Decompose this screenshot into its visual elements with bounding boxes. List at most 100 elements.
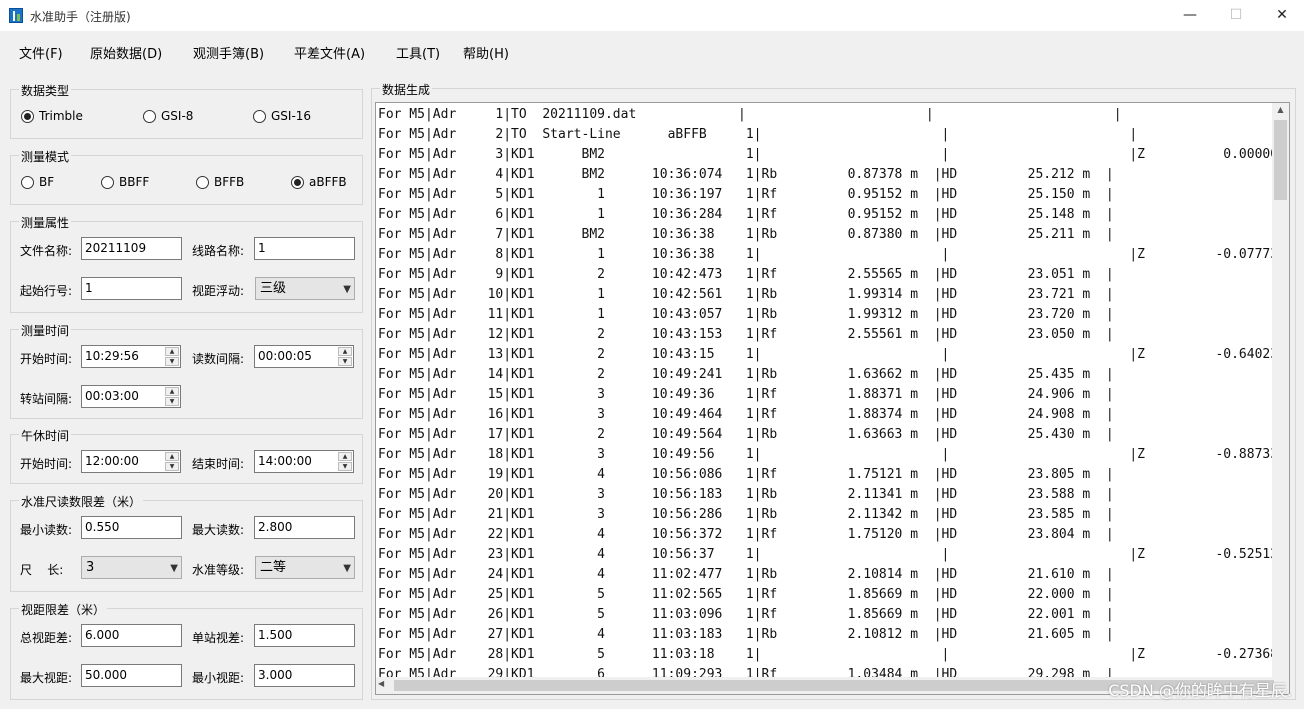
radio-bf-label: BF <box>39 175 55 189</box>
spin-up-icon[interactable]: ▲ <box>338 347 352 356</box>
radio-abffb-label: aBFFB <box>309 175 347 189</box>
output-line: For M5|Adr 28|KD1 5 11:03:18 1| | |Z -0.… <box>378 647 1273 662</box>
lunch-end-label: 结束时间: <box>192 457 245 471</box>
survey-time-group: 测量时间 开始时间: 10:29:56 ▲ ▼ 读数间隔: 00:00:05 ▲ ▼… <box>10 322 363 419</box>
read-interval-label: 读数间隔: <box>192 352 245 366</box>
radio-gsi8-label: GSI-8 <box>161 109 194 123</box>
vertical-scrollbar[interactable]: ▲ <box>1272 103 1289 677</box>
output-line: For M5|Adr 20|KD1 3 10:56:183 1|Rb 2.113… <box>378 487 1114 502</box>
read-interval-spinner[interactable]: 00:00:05 ▲ ▼ <box>254 345 354 368</box>
menu-adjustment-file[interactable]: 平差文件(A) <box>294 43 365 62</box>
lunch-legend: 午休时间 <box>19 427 72 444</box>
scroll-thumb[interactable] <box>1274 120 1287 200</box>
min-reading-label: 最小读数: <box>20 523 73 537</box>
output-line: For M5|Adr 6|KD1 1 10:36:284 1|Rf 0.9515… <box>378 207 1114 222</box>
spin-up-icon[interactable]: ▲ <box>338 452 352 461</box>
output-line: For M5|Adr 27|KD1 4 11:03:183 1|Rb 2.108… <box>378 627 1114 642</box>
spin-up-icon[interactable]: ▲ <box>165 347 179 356</box>
output-line: For M5|Adr 16|KD1 3 10:49:464 1|Rf 1.883… <box>378 407 1114 422</box>
rod-length-value: 3 <box>86 560 95 575</box>
output-line: For M5|Adr 8|KD1 1 10:36:38 1| | |Z -0.0… <box>378 247 1273 262</box>
survey-time-legend: 测量时间 <box>19 322 72 339</box>
distance-limit-legend: 视距限差（米） <box>19 601 108 618</box>
output-line: For M5|Adr 13|KD1 2 10:43:15 1| | |Z -0.… <box>378 347 1273 362</box>
output-line: For M5|Adr 10|KD1 1 10:42:561 1|Rb 1.993… <box>378 287 1114 302</box>
spin-up-icon[interactable]: ▲ <box>165 452 179 461</box>
close-button[interactable]: ✕ <box>1259 0 1304 31</box>
output-line: For M5|Adr 26|KD1 5 11:03:096 1|Rf 1.856… <box>378 607 1114 622</box>
spin-down-icon[interactable]: ▼ <box>338 462 352 471</box>
radio-bffb[interactable] <box>196 176 209 189</box>
level-grade-value: 二等 <box>260 560 287 575</box>
turn-interval-value: 00:03:00 <box>85 389 139 403</box>
output-line: For M5|Adr 14|KD1 2 10:49:241 1|Rb 1.636… <box>378 367 1114 382</box>
float-select[interactable]: 三级 ▼ <box>255 277 355 300</box>
output-line: For M5|Adr 19|KD1 4 10:56:086 1|Rf 1.751… <box>378 467 1114 482</box>
radio-bbff-label: BBFF <box>119 175 150 189</box>
single-diff-field[interactable]: 1.500 <box>254 624 355 647</box>
float-select-value: 三级 <box>260 281 287 296</box>
spin-down-icon[interactable]: ▼ <box>165 462 179 471</box>
window-title: 水准助手（注册版) <box>30 10 131 24</box>
radio-trimble-label: Trimble <box>39 109 83 123</box>
attributes-legend: 测量属性 <box>19 214 72 231</box>
reading-limit-legend: 水准尺读数限差（米） <box>19 493 144 510</box>
lunch-end-spinner[interactable]: 14:00:00 ▲ ▼ <box>254 450 354 473</box>
scroll-left-icon[interactable]: ◀ <box>378 679 384 688</box>
start-row-field[interactable]: 1 <box>81 277 182 300</box>
turn-interval-spinner[interactable]: 00:03:00 ▲ ▼ <box>81 385 181 408</box>
output-textbox[interactable]: For M5|Adr 1|TO 20211109.dat | | | For M5… <box>375 102 1290 695</box>
spin-down-icon[interactable]: ▼ <box>165 357 179 366</box>
spin-up-icon[interactable]: ▲ <box>165 387 179 396</box>
menu-field-book[interactable]: 观测手簿(B) <box>193 43 264 62</box>
attributes-group: 测量属性 文件名称: 20211109 线路名称: 1 起始行号: 1 视距浮动… <box>10 214 363 313</box>
output-lines: For M5|Adr 1|TO 20211109.dat | | | For M5… <box>378 105 1273 678</box>
menu-raw-data[interactable]: 原始数据(D) <box>90 43 162 62</box>
menu-help[interactable]: 帮助(H) <box>463 43 509 62</box>
file-name-field[interactable]: 20211109 <box>81 237 182 260</box>
min-reading-field[interactable]: 0.550 <box>81 516 182 539</box>
start-row-label: 起始行号: <box>20 284 73 298</box>
menu-file[interactable]: 文件(F) <box>19 43 63 62</box>
output-line: For M5|Adr 12|KD1 2 10:43:153 1|Rf 2.555… <box>378 327 1114 342</box>
output-line: For M5|Adr 23|KD1 4 10:56:37 1| | |Z -0.… <box>378 547 1273 562</box>
output-line: For M5|Adr 1|TO 20211109.dat | | | <box>378 107 1122 122</box>
app-icon <box>9 8 23 23</box>
lunch-start-value: 12:00:00 <box>85 454 139 468</box>
output-line: For M5|Adr 22|KD1 4 10:56:372 1|Rf 1.751… <box>378 527 1114 542</box>
float-label: 视距浮动: <box>192 284 245 298</box>
total-diff-field[interactable]: 6.000 <box>81 624 182 647</box>
output-line: For M5|Adr 25|KD1 5 11:02:565 1|Rf 1.856… <box>378 587 1114 602</box>
start-time-label: 开始时间: <box>20 352 73 366</box>
radio-abffb[interactable] <box>291 176 304 189</box>
radio-bf[interactable] <box>21 176 34 189</box>
minimize-button[interactable]: — <box>1167 0 1213 31</box>
lunch-group: 午休时间 开始时间: 12:00:00 ▲ ▼ 结束时间: 14:00:00 ▲ ▼ <box>10 427 363 484</box>
radio-gsi8[interactable] <box>143 110 156 123</box>
output-line: For M5|Adr 7|KD1 BM2 10:36:38 1|Rb 0.873… <box>378 227 1114 242</box>
radio-bbff[interactable] <box>101 176 114 189</box>
min-distance-field[interactable]: 3.000 <box>254 664 355 687</box>
output-line: For M5|Adr 9|KD1 2 10:42:473 1|Rf 2.5556… <box>378 267 1114 282</box>
spin-down-icon[interactable]: ▼ <box>338 357 352 366</box>
lunch-start-spinner[interactable]: 12:00:00 ▲ ▼ <box>81 450 181 473</box>
scroll-up-icon[interactable]: ▲ <box>1272 105 1289 117</box>
level-grade-select[interactable]: 二等 ▼ <box>255 556 355 579</box>
line-name-label: 线路名称: <box>192 244 245 258</box>
menu-tools[interactable]: 工具(T) <box>396 43 440 62</box>
start-time-spinner[interactable]: 10:29:56 ▲ ▼ <box>81 345 181 368</box>
max-reading-field[interactable]: 2.800 <box>254 516 355 539</box>
output-legend: 数据生成 <box>380 81 433 98</box>
max-distance-field[interactable]: 50.000 <box>81 664 182 687</box>
radio-gsi16[interactable] <box>253 110 266 123</box>
line-name-field[interactable]: 1 <box>254 237 355 260</box>
chevron-down-icon: ▼ <box>343 284 351 295</box>
output-line: For M5|Adr 3|KD1 BM2 1| | |Z 0.00000 <box>378 147 1273 162</box>
maximize-button[interactable]: ☐ <box>1213 0 1259 31</box>
spin-down-icon[interactable]: ▼ <box>165 397 179 406</box>
survey-mode-group: 测量模式 BF BBFF BFFB aBFFB <box>10 148 363 205</box>
max-distance-label: 最大视距: <box>20 671 73 685</box>
rod-length-select[interactable]: 3 ▼ <box>81 556 182 579</box>
radio-trimble[interactable] <box>21 110 34 123</box>
reading-limit-group: 水准尺读数限差（米） 最小读数: 0.550 最大读数: 2.800 尺 长: … <box>10 493 363 592</box>
